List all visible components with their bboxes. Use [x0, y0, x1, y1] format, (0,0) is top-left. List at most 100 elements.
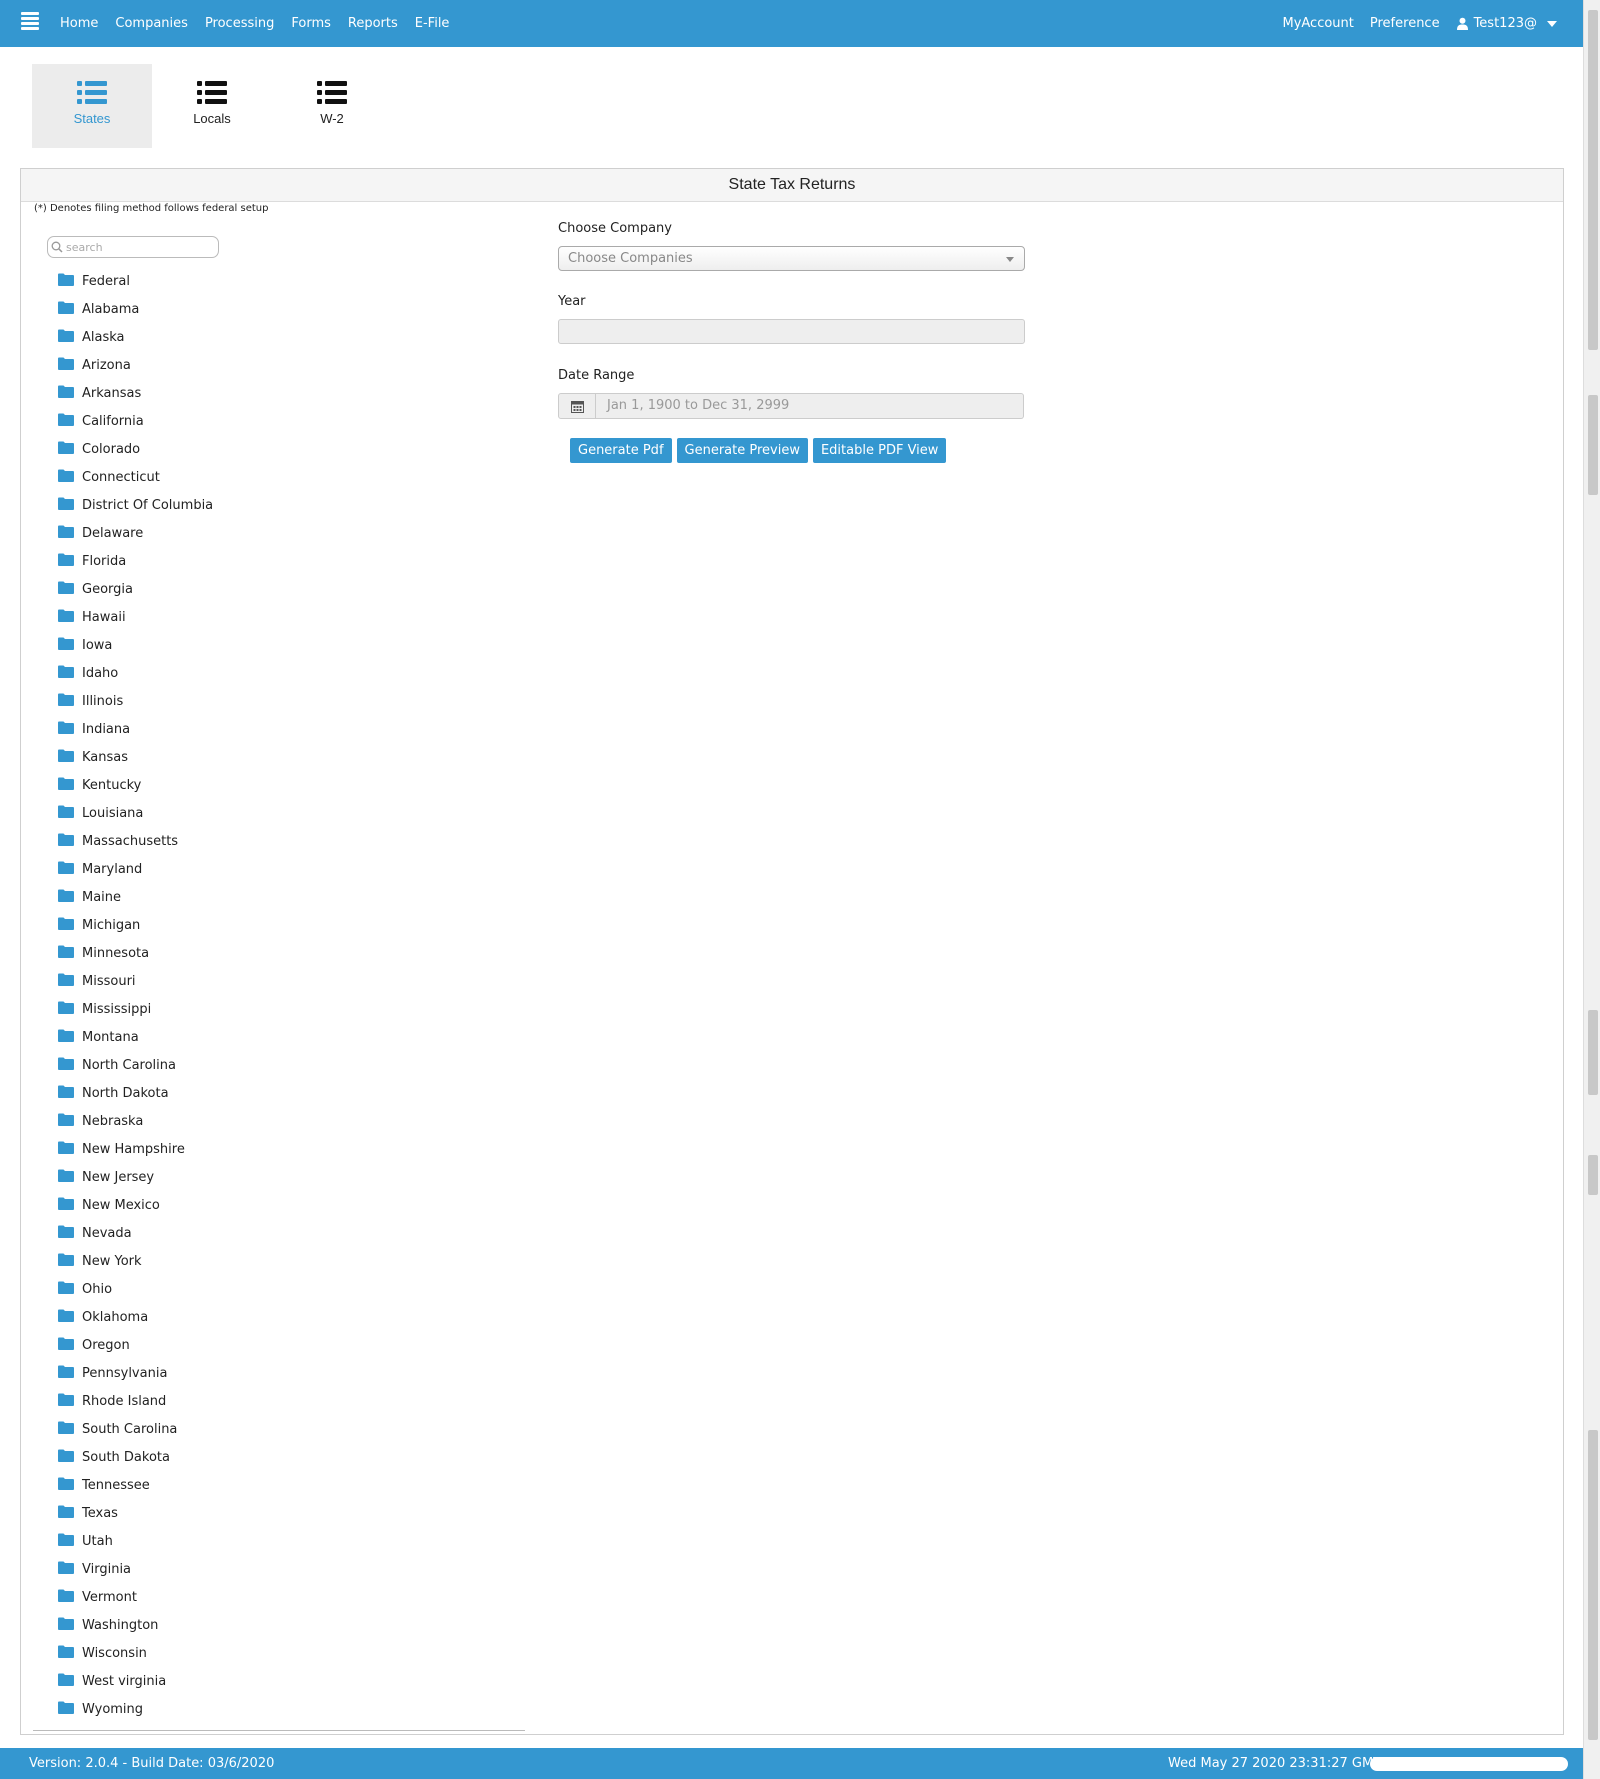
- tree-item-label: Hawaii: [82, 610, 126, 625]
- hamburger-icon[interactable]: [21, 12, 39, 30]
- scrollbar-thumb-segment[interactable]: [1588, 1430, 1598, 1740]
- company-select-value: Choose Companies: [568, 251, 693, 266]
- tree-item[interactable]: New Mexico: [58, 1197, 213, 1225]
- tree-item-label: Texas: [82, 1506, 118, 1521]
- tile-w2[interactable]: W-2: [272, 64, 392, 148]
- generate-pdf-button[interactable]: Generate Pdf: [570, 438, 672, 463]
- tree-item[interactable]: South Carolina: [58, 1421, 213, 1449]
- tree-item[interactable]: Arkansas: [58, 385, 213, 413]
- folder-icon: [58, 637, 74, 650]
- nav-forms[interactable]: Forms: [291, 16, 331, 31]
- tree-item[interactable]: Missouri: [58, 973, 213, 1001]
- tree-item[interactable]: California: [58, 413, 213, 441]
- editable-pdf-view-button[interactable]: Editable PDF View: [812, 438, 947, 463]
- company-select[interactable]: Choose Companies: [558, 246, 1025, 271]
- tree-item-label: Virginia: [82, 1562, 132, 1577]
- tree-item-label: Nebraska: [82, 1114, 144, 1129]
- tree-item[interactable]: Maryland: [58, 861, 213, 889]
- tree-item[interactable]: South Dakota: [58, 1449, 213, 1477]
- tree-item[interactable]: Alaska: [58, 329, 213, 357]
- tree-item[interactable]: Georgia: [58, 581, 213, 609]
- page-scrollbar[interactable]: [1583, 0, 1600, 1779]
- tree-item[interactable]: Wisconsin: [58, 1645, 213, 1673]
- tree-item[interactable]: Texas: [58, 1505, 213, 1533]
- tree-item[interactable]: Louisiana: [58, 805, 213, 833]
- nav-companies[interactable]: Companies: [115, 16, 188, 31]
- folder-icon: [58, 1001, 74, 1014]
- tree-item[interactable]: New York: [58, 1253, 213, 1281]
- tree-item[interactable]: Delaware: [58, 525, 213, 553]
- caret-down-icon[interactable]: [1547, 20, 1557, 27]
- scrollbar-thumb[interactable]: [1588, 10, 1598, 350]
- date-range-input[interactable]: Jan 1, 1900 to Dec 31, 2999: [596, 393, 1024, 419]
- folder-icon: [58, 1309, 74, 1322]
- tree-item[interactable]: Maine: [58, 889, 213, 917]
- tree-item[interactable]: Alabama: [58, 301, 213, 329]
- tree-item[interactable]: Hawaii: [58, 609, 213, 637]
- tree-item-label: Kansas: [82, 750, 129, 765]
- tree-item-label: Illinois: [82, 694, 124, 709]
- tree-item[interactable]: Kentucky: [58, 777, 213, 805]
- tree-item[interactable]: Oklahoma: [58, 1309, 213, 1337]
- tree-item[interactable]: Pennsylvania: [58, 1365, 213, 1393]
- tree-item-label: Maine: [82, 890, 122, 905]
- search-input[interactable]: [66, 239, 214, 255]
- tree-item[interactable]: Mississippi: [58, 1001, 213, 1029]
- tree-item[interactable]: Colorado: [58, 441, 213, 469]
- tree-item-label: New Mexico: [82, 1198, 160, 1213]
- tree-item[interactable]: Nevada: [58, 1225, 213, 1253]
- tree-item[interactable]: Connecticut: [58, 469, 213, 497]
- tree-item[interactable]: Idaho: [58, 665, 213, 693]
- tree-item[interactable]: Kansas: [58, 749, 213, 777]
- tree-item[interactable]: Tennessee: [58, 1477, 213, 1505]
- tree-item[interactable]: Federal: [58, 273, 213, 301]
- generate-preview-button[interactable]: Generate Preview: [676, 438, 808, 463]
- tree-item[interactable]: Massachusetts: [58, 833, 213, 861]
- my-account-link[interactable]: MyAccount: [1282, 16, 1353, 31]
- folder-icon: [58, 917, 74, 930]
- preference-link[interactable]: Preference: [1370, 16, 1440, 31]
- nav-processing[interactable]: Processing: [205, 16, 274, 31]
- tree-item[interactable]: Washington: [58, 1617, 213, 1645]
- tile-locals[interactable]: Locals: [152, 64, 272, 148]
- calendar-button[interactable]: [558, 393, 596, 419]
- tree-item[interactable]: North Carolina: [58, 1057, 213, 1085]
- scrollbar-thumb-segment[interactable]: [1588, 1155, 1598, 1195]
- tree-item[interactable]: Illinois: [58, 693, 213, 721]
- tree-item[interactable]: West virginia: [58, 1673, 213, 1701]
- tree-item[interactable]: Michigan: [58, 917, 213, 945]
- folder-icon: [58, 1253, 74, 1266]
- tree-item[interactable]: Nebraska: [58, 1113, 213, 1141]
- folder-icon: [58, 1617, 74, 1630]
- tree-item[interactable]: Rhode Island: [58, 1393, 213, 1421]
- scrollbar-thumb-segment[interactable]: [1588, 1010, 1598, 1095]
- tree-item-label: Alaska: [82, 330, 125, 345]
- tree-item[interactable]: New Jersey: [58, 1169, 213, 1197]
- tree-item[interactable]: Florida: [58, 553, 213, 581]
- tree-item[interactable]: North Dakota: [58, 1085, 213, 1113]
- tree-item[interactable]: District Of Columbia: [58, 497, 213, 525]
- tree-search[interactable]: [47, 236, 219, 258]
- tile-states[interactable]: States: [32, 64, 152, 148]
- tree-item[interactable]: Indiana: [58, 721, 213, 749]
- tree-item[interactable]: Arizona: [58, 357, 213, 385]
- tree-item[interactable]: Virginia: [58, 1561, 213, 1589]
- folder-icon: [58, 1365, 74, 1378]
- tree-item[interactable]: Utah: [58, 1533, 213, 1561]
- tree-item[interactable]: Wyoming: [58, 1701, 213, 1729]
- year-field[interactable]: [558, 319, 1025, 344]
- scrollbar-thumb-segment[interactable]: [1588, 395, 1598, 495]
- user-menu[interactable]: Test123@: [1456, 16, 1557, 31]
- tree-item[interactable]: Minnesota: [58, 945, 213, 973]
- tree-item[interactable]: Iowa: [58, 637, 213, 665]
- tree-item-label: Michigan: [82, 918, 141, 933]
- nav-reports[interactable]: Reports: [348, 16, 398, 31]
- tree-item-label: Montana: [82, 1030, 139, 1045]
- tree-item[interactable]: Vermont: [58, 1589, 213, 1617]
- tree-item[interactable]: New Hampshire: [58, 1141, 213, 1169]
- tree-item[interactable]: Oregon: [58, 1337, 213, 1365]
- nav-efile[interactable]: E-File: [415, 16, 450, 31]
- nav-home[interactable]: Home: [60, 16, 98, 31]
- tree-item[interactable]: Ohio: [58, 1281, 213, 1309]
- tree-item[interactable]: Montana: [58, 1029, 213, 1057]
